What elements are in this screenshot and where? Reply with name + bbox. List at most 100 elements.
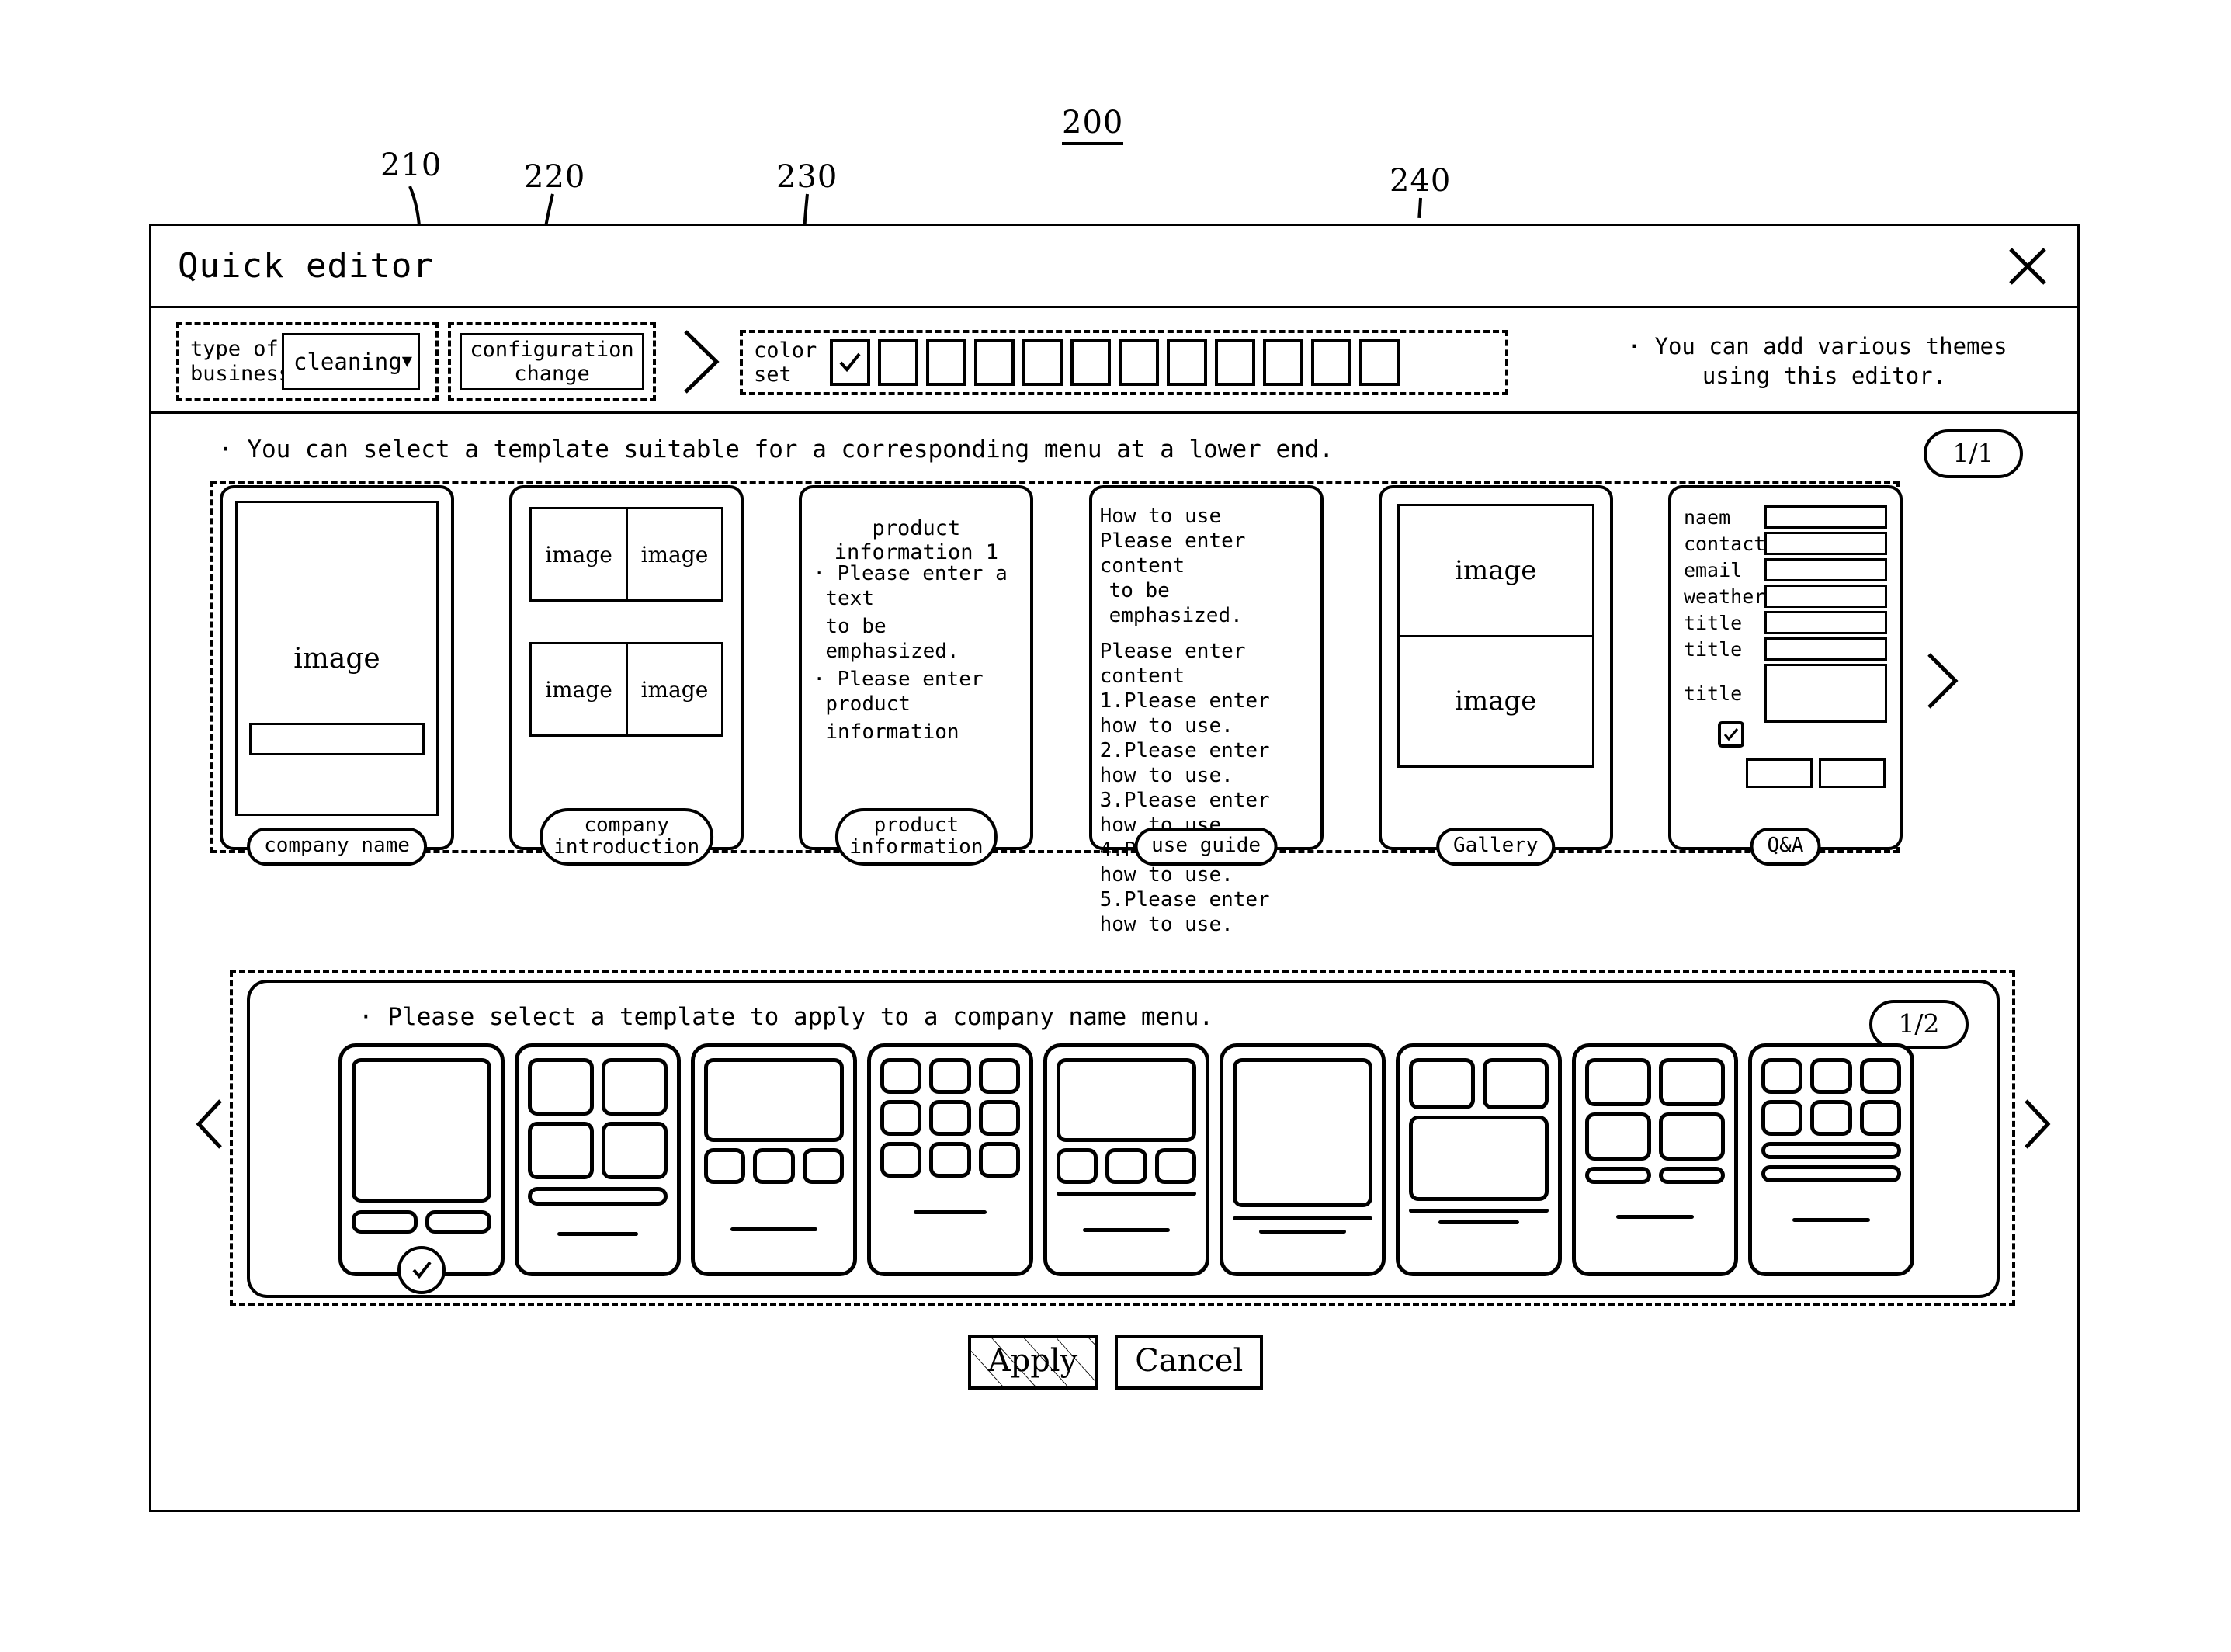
qna-field-input-2[interactable] <box>1764 558 1887 581</box>
template-carousel: · Please select a template to apply to a… <box>196 980 2051 1298</box>
product-information-title: product information 1 <box>834 516 999 564</box>
company-name-text-bar <box>249 723 425 755</box>
qna-field-list: naem contact email weather title title title <box>1684 505 1887 726</box>
use-guide-intro-1: Please enter content <box>1099 529 1246 578</box>
carousel-page-indicator: 1/2 <box>1869 1000 1969 1049</box>
qna-field-row: weather <box>1684 585 1887 608</box>
template-7-two-tiles-hero[interactable] <box>1396 1043 1562 1276</box>
template-8-two-by-two-pills[interactable] <box>1572 1043 1738 1276</box>
carousel-next-icon[interactable] <box>2021 1098 2052 1150</box>
theme-hint-line1: · You can add various themes <box>1627 333 2007 359</box>
gallery-image-frame: image image <box>1397 504 1594 768</box>
use-guide-step-2: 2.Please enter how to use. <box>1099 739 1270 787</box>
business-type-value: cleaning <box>293 349 402 375</box>
company-intro-image-3: image <box>532 644 628 734</box>
qna-field-label-title-6: title <box>1683 682 1743 705</box>
qna-field-input-0[interactable] <box>1764 505 1887 529</box>
qna-agree-checkbox[interactable] <box>1717 721 1744 748</box>
color-swatch-2[interactable] <box>878 339 918 386</box>
cancel-button-label: Cancel <box>1135 1343 1244 1379</box>
use-guide-subheading: Please enter content <box>1099 640 1246 688</box>
menu-template-row: image company name image image image ima… <box>220 485 1959 936</box>
configuration-change-button[interactable]: configuration change <box>460 333 644 390</box>
gallery-image-1: image <box>1399 506 1592 637</box>
select-template-hint: · You can select a template suitable for… <box>218 436 1334 463</box>
qna-field-row: title <box>1684 637 1887 661</box>
template-5-hero-three-tiles-rule[interactable] <box>1043 1043 1209 1276</box>
check-circle-icon <box>397 1246 446 1294</box>
color-swatch-3[interactable] <box>926 339 966 386</box>
product-info-bullet-2b: information <box>825 720 959 744</box>
qna-button-row <box>1745 758 1886 788</box>
menu-card-label-use-guide: use guide <box>1134 828 1279 866</box>
qna-button-1[interactable] <box>1745 758 1813 788</box>
template-2-two-by-two[interactable] <box>515 1043 681 1276</box>
color-set-label: color set <box>754 338 821 387</box>
template-3-hero-three-tiles[interactable] <box>691 1043 857 1276</box>
company-intro-image-1: image <box>532 509 628 599</box>
template-4-three-by-three[interactable] <box>867 1043 1033 1276</box>
qna-field-input-5[interactable] <box>1764 637 1887 661</box>
gallery-image-2: image <box>1455 685 1537 717</box>
color-swatch-list <box>830 339 1400 386</box>
menu-card-gallery[interactable]: image image Gallery <box>1378 485 1613 866</box>
template-thumbnail-list <box>338 1043 1914 1294</box>
menu-card-product-information[interactable]: product information 1 · Please enter a t… <box>799 485 1034 866</box>
use-guide-intro-2: to be emphasized. <box>1109 579 1243 627</box>
window-title: Quick editor <box>178 246 434 286</box>
qna-field-row: naem <box>1684 505 1887 529</box>
template-1-hero-two-buttons[interactable] <box>338 1043 505 1294</box>
color-swatch-7[interactable] <box>1119 339 1159 386</box>
product-info-bullet-1b: to be emphasized. <box>825 615 959 663</box>
figure-ref-200: 200 <box>1062 105 1124 145</box>
color-swatch-8[interactable] <box>1167 339 1207 386</box>
carousel-prev-icon[interactable] <box>194 1098 225 1150</box>
color-swatch-11[interactable] <box>1311 339 1351 386</box>
figure-ref-220: 220 <box>524 159 586 195</box>
color-swatch-12[interactable] <box>1359 339 1400 386</box>
template-6-full-hero[interactable] <box>1220 1043 1386 1276</box>
menu-card-company-introduction[interactable]: image image image image company introduc… <box>509 485 744 866</box>
qna-field-input-4[interactable] <box>1764 611 1887 634</box>
use-guide-step-5: 5.Please enter how to use. <box>1099 888 1270 936</box>
business-type-label-line2: business <box>190 362 292 386</box>
menu-page-indicator: 1/1 <box>1924 429 2023 478</box>
qna-field-row: email <box>1684 558 1887 581</box>
menu-next-arrow-icon[interactable] <box>1924 651 1960 710</box>
company-intro-image-2: image <box>640 541 709 567</box>
qna-field-label-title-5: title <box>1683 637 1743 661</box>
qna-field-input-6[interactable] <box>1764 664 1887 723</box>
color-swatch-6[interactable] <box>1070 339 1111 386</box>
editor-toolbar: type of business cleaning ▼ configuratio… <box>151 308 2077 414</box>
menu-card-company-name[interactable]: image company name <box>220 485 454 866</box>
color-set-group: color set <box>740 330 1508 395</box>
color-swatch-10[interactable] <box>1263 339 1303 386</box>
color-swatch-1[interactable] <box>830 339 870 386</box>
business-type-label: type of business <box>190 337 291 387</box>
product-info-bullet-2a: · Please enter product <box>813 668 984 716</box>
color-swatch-5[interactable] <box>1022 339 1063 386</box>
business-type-label-line1: type of <box>190 337 279 361</box>
close-icon[interactable] <box>2006 245 2049 288</box>
use-guide-text: How to use Please enter content to be em… <box>1100 504 1316 937</box>
menu-card-label-gallery: Gallery <box>1435 828 1556 866</box>
dialog-footer: Apply Cancel <box>0 1335 2231 1390</box>
business-type-select[interactable]: cleaning ▼ <box>282 333 420 390</box>
template-9-two-by-three-bars[interactable] <box>1748 1043 1914 1276</box>
qna-button-2[interactable] <box>1818 758 1886 788</box>
product-info-bullet-1a: · Please enter a text <box>813 562 1008 610</box>
apply-button[interactable]: Apply <box>967 1335 1098 1390</box>
cancel-button[interactable]: Cancel <box>1115 1335 1264 1390</box>
qna-field-row: title <box>1684 611 1887 634</box>
menu-card-label-product-information: product information <box>835 808 998 866</box>
color-swatch-4[interactable] <box>974 339 1015 386</box>
menu-card-label-company-name: company name <box>247 828 427 866</box>
qna-field-input-3[interactable] <box>1764 585 1887 608</box>
use-guide-step-1: 1.Please enter how to use. <box>1099 689 1270 738</box>
menu-card-use-guide[interactable]: How to use Please enter content to be em… <box>1088 485 1324 936</box>
chevron-right-icon <box>679 328 723 395</box>
menu-card-qna[interactable]: naem contact email weather title title title Q… <box>1667 485 1959 866</box>
carousel-hint-text: · Please select a template to apply to a… <box>359 1003 1214 1031</box>
qna-field-input-1[interactable] <box>1764 532 1887 555</box>
color-swatch-9[interactable] <box>1215 339 1255 386</box>
